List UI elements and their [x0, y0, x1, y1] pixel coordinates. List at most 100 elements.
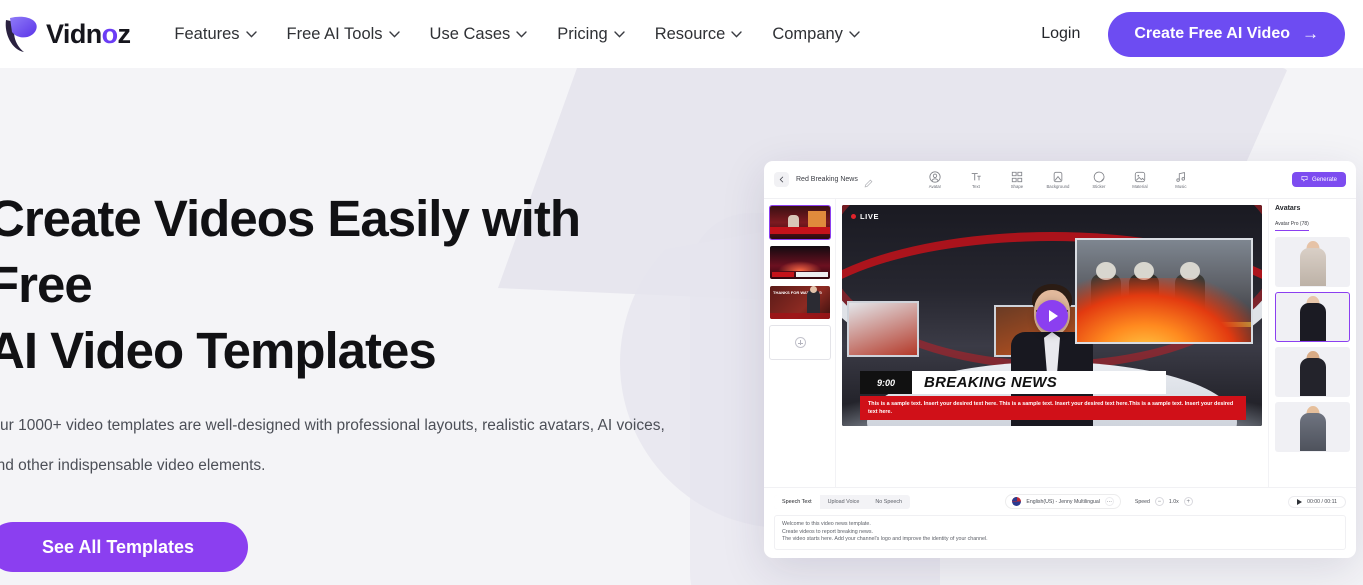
tool-background[interactable]: Background: [1045, 170, 1071, 189]
nav-item-pricing[interactable]: Pricing: [557, 25, 625, 44]
create-free-ai-video-button[interactable]: Create Free AI Video →: [1108, 11, 1345, 57]
add-scene-button[interactable]: [769, 325, 831, 360]
timecode: 00:00 / 00:11: [1307, 498, 1337, 505]
voice-label: English(US) - Jenny Multilingual: [1026, 498, 1100, 505]
tool-label: Shape: [1010, 184, 1024, 189]
speed-decrease-button[interactable]: −: [1154, 497, 1164, 507]
speed-label: Speed: [1134, 498, 1150, 505]
scene-list: THANKS FOR WATCHING: [764, 199, 836, 488]
editor-body: THANKS FOR WATCHING LIVE 9:00 BREAKING N…: [764, 199, 1356, 488]
tab-no-speech[interactable]: No Speech: [867, 495, 910, 509]
tool-label: Background: [1046, 184, 1070, 189]
studio-screen-left: [847, 301, 919, 357]
nav-label: Use Cases: [429, 24, 511, 43]
editor-tool-tabs: Avatar Text Shape Background Sticker Mat…: [922, 170, 1194, 189]
nav-label: Features: [174, 24, 240, 43]
scene-thumbnail-2[interactable]: [769, 245, 831, 280]
chevron-down-icon: [245, 30, 257, 38]
cta-label: Create Free AI Video: [1134, 25, 1290, 42]
voice-selector[interactable]: English(US) - Jenny Multilingual ···: [1005, 494, 1121, 510]
tab-speech-text[interactable]: Speech Text: [774, 494, 820, 509]
chevron-down-icon: [731, 30, 743, 38]
live-badge: LIVE: [851, 212, 879, 221]
preview-player: 00:00 / 00:11: [1288, 495, 1346, 508]
nav-item-company[interactable]: Company: [772, 25, 860, 44]
avatar-card-1[interactable]: [1275, 237, 1350, 287]
avatar-list: [1275, 237, 1350, 452]
material-icon: [1134, 170, 1146, 183]
play-icon[interactable]: [1297, 498, 1303, 505]
hero-title-line-1: Create Videos Easily with Free: [0, 190, 581, 313]
generate-button[interactable]: Generate: [1291, 172, 1346, 187]
speed-control: Speed − 1.0x +: [1134, 497, 1193, 507]
site-header: Vidnoz Features Free AI Tools Use Cases …: [0, 0, 1363, 68]
speech-panel: Speech Text Upload Voice No Speech Engli…: [764, 487, 1356, 558]
scene-thumbnail-1[interactable]: [769, 205, 831, 240]
scene-preview: THANKS FOR WATCHING: [770, 286, 830, 319]
arrow-right-icon: →: [1302, 24, 1319, 43]
avatar-icon: [929, 170, 941, 183]
nav-label: Company: [772, 24, 843, 43]
script-line-2: Create videos to report breaking news.: [782, 528, 873, 535]
nav-item-use-cases[interactable]: Use Cases: [430, 25, 528, 44]
chevron-down-icon: [516, 30, 527, 38]
scene-thumbnail-3[interactable]: THANKS FOR WATCHING: [769, 285, 831, 320]
speed-increase-button[interactable]: +: [1183, 497, 1193, 507]
back-button[interactable]: [774, 172, 789, 187]
plus-icon: [794, 337, 806, 348]
nav-item-features[interactable]: Features: [174, 24, 257, 44]
tool-text[interactable]: Text: [963, 170, 989, 189]
canvas-area: LIVE 9:00 BREAKING NEWS This is a sample…: [836, 199, 1268, 487]
avatars-panel: Avatars Avatar Pro (78): [1268, 199, 1356, 488]
tool-shape[interactable]: Shape: [1004, 170, 1030, 189]
avatar-card-3[interactable]: [1275, 347, 1350, 397]
background-icon: [1052, 170, 1064, 183]
more-options-icon[interactable]: ···: [1104, 497, 1114, 507]
brand-logo[interactable]: Vidnoz: [4, 14, 131, 54]
tool-avatar[interactable]: Avatar: [922, 170, 948, 189]
live-label: LIVE: [860, 212, 880, 221]
header-actions: Login Create Free AI Video →: [1041, 11, 1345, 57]
main-nav: Features Free AI Tools Use Cases Pricing…: [174, 25, 860, 44]
see-all-templates-button[interactable]: See All Templates: [0, 522, 248, 572]
tool-music[interactable]: Music: [1168, 170, 1194, 189]
scene-preview: [770, 246, 830, 279]
avatars-panel-title: Avatars: [1275, 205, 1301, 212]
script-line-1: Welcome to this video news template.: [782, 521, 871, 528]
lower-third-time: 9:00: [860, 371, 912, 394]
tool-material[interactable]: Material: [1127, 170, 1153, 189]
tab-upload-voice[interactable]: Upload Voice: [820, 495, 868, 509]
script-line-3: The video starts here. Add your channel'…: [782, 536, 988, 543]
lower-third-title: BREAKING NEWS: [912, 371, 1166, 394]
editor-toolbar: Red Breaking News Avatar Text Shape Back…: [764, 161, 1356, 199]
tool-label: Avatar: [928, 184, 942, 189]
chevron-down-icon: [849, 30, 860, 38]
sticker-icon: [1093, 170, 1105, 183]
play-button[interactable]: [1036, 299, 1068, 332]
inset-video[interactable]: [1075, 238, 1253, 344]
vidnoz-logo-icon: [4, 14, 48, 54]
page-title: Create Videos Easily with Free AI Video …: [0, 186, 688, 384]
tool-sticker[interactable]: Sticker: [1086, 170, 1112, 189]
speech-controls-row: Speech Text Upload Voice No Speech Engli…: [774, 494, 1346, 510]
speech-mode-tabs: Speech Text Upload Voice No Speech: [774, 494, 911, 509]
hero-subtitle: Our 1000+ video templates are well-desig…: [0, 417, 665, 474]
page-root: Vidnoz Features Free AI Tools Use Cases …: [0, 0, 1363, 585]
nav-item-free-ai-tools[interactable]: Free AI Tools: [287, 25, 400, 44]
script-textarea[interactable]: Welcome to this video news template. Cre…: [774, 515, 1346, 550]
shape-icon: [1011, 170, 1023, 183]
avatar-card-4[interactable]: [1275, 402, 1350, 452]
tool-label: Material: [1132, 184, 1148, 189]
avatar-pro-tab[interactable]: Avatar Pro (78): [1275, 221, 1309, 231]
nav-item-resource[interactable]: Resource: [655, 25, 743, 44]
edit-pencil-icon[interactable]: [864, 175, 873, 188]
hero-section: Create Videos Easily with Free AI Video …: [0, 186, 688, 572]
lower-third: 9:00 BREAKING NEWS This is a sample text…: [860, 371, 1262, 420]
nav-label: Resource: [654, 24, 726, 43]
live-dot-icon: [851, 214, 856, 219]
nav-label: Free AI Tools: [286, 24, 383, 43]
avatar-card-2[interactable]: [1275, 292, 1350, 342]
login-link[interactable]: Login: [1041, 25, 1080, 43]
generate-label: Generate: [1311, 176, 1337, 183]
video-canvas[interactable]: LIVE 9:00 BREAKING NEWS This is a sample…: [842, 205, 1262, 426]
